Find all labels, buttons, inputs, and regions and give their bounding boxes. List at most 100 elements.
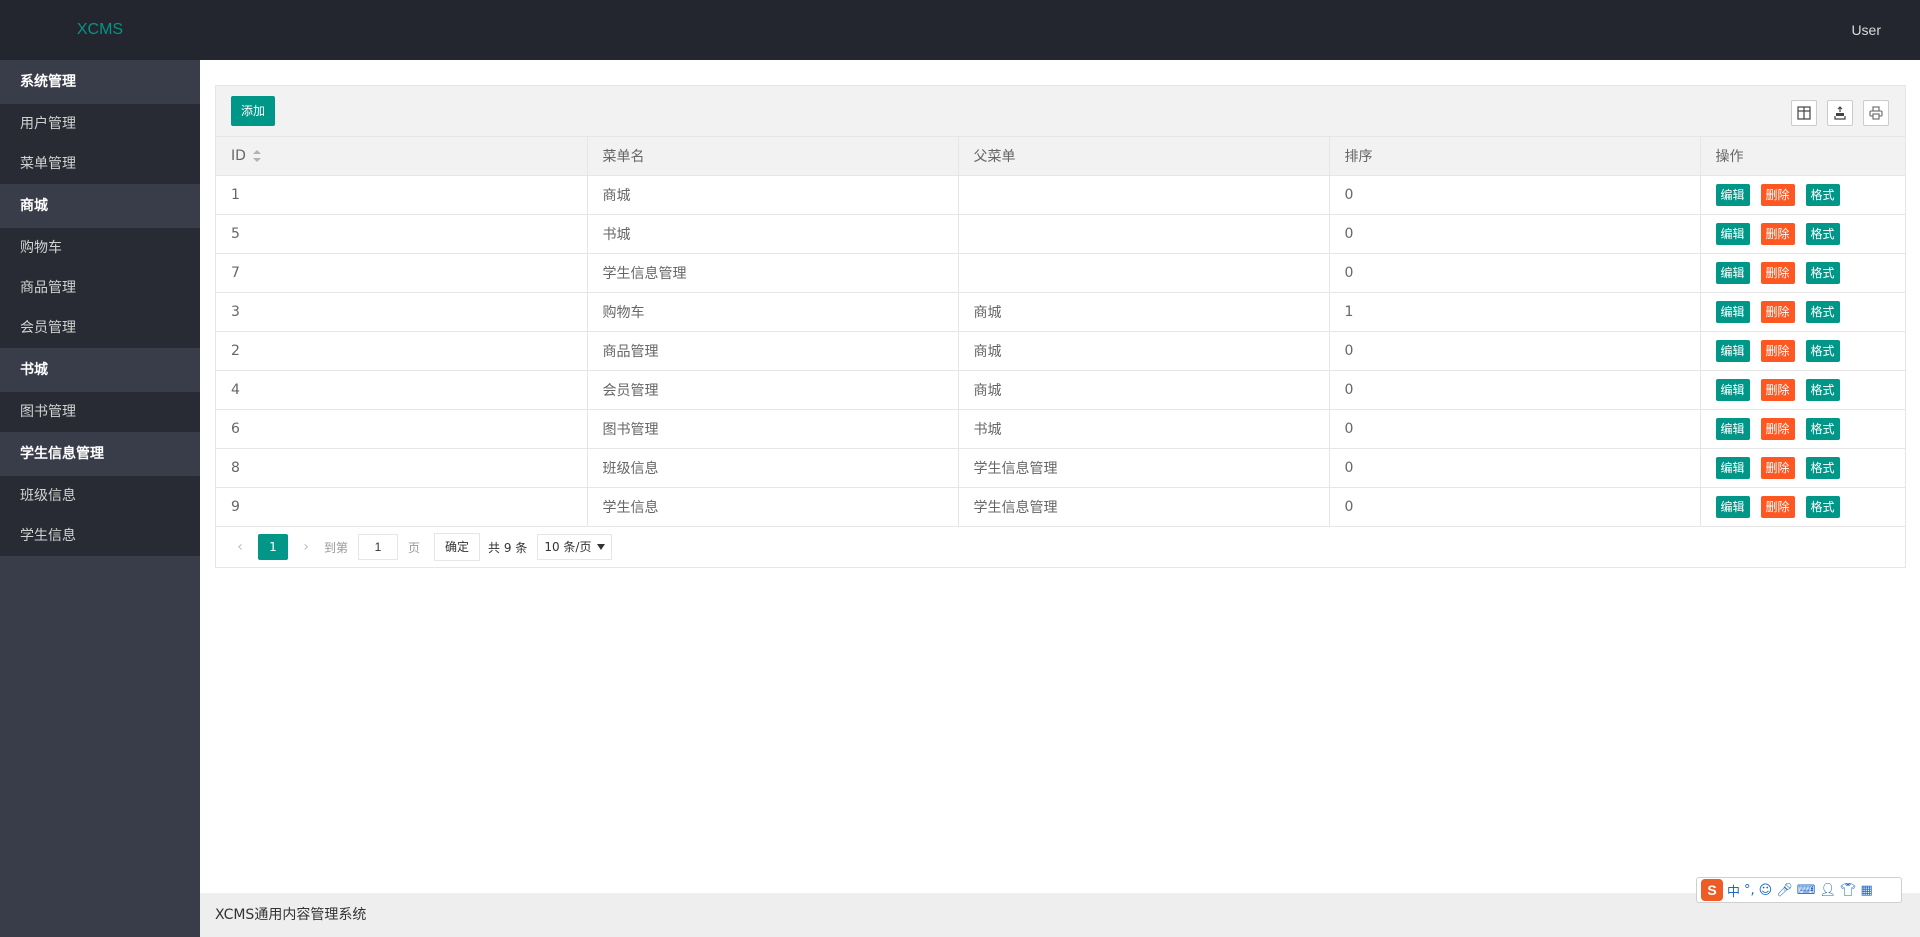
sidebar-group-mall-children: 购物车 商品管理 会员管理 (0, 228, 200, 348)
format-button[interactable]: 格式 (1805, 223, 1840, 245)
cell-actions: 编辑 删除 格式 (1700, 331, 1905, 371)
next-page-icon[interactable]: › (294, 539, 318, 555)
footer: XCMS通用内容管理系统 (200, 893, 1920, 937)
add-button[interactable]: 添加 (231, 96, 276, 126)
sidebar-item-user-management[interactable]: 用户管理 (0, 104, 200, 144)
delete-button[interactable]: 删除 (1760, 184, 1795, 206)
delete-button[interactable]: 删除 (1760, 457, 1795, 479)
sidebar-item-member-management[interactable]: 会员管理 (0, 308, 200, 348)
format-button[interactable]: 格式 (1805, 301, 1840, 323)
microphone-icon[interactable]: 🎤︎ (1776, 883, 1793, 898)
table-row: 8 班级信息 学生信息管理 0 编辑 删除 格式 (216, 448, 1905, 488)
cell-id: 6 (216, 409, 588, 449)
format-button[interactable]: 格式 (1805, 262, 1840, 284)
sidebar-item-cart[interactable]: 购物车 (0, 228, 200, 268)
delete-button[interactable]: 删除 (1760, 301, 1795, 323)
table-row: 9 学生信息 学生信息管理 0 编辑 删除 格式 (216, 487, 1905, 527)
sogou-logo-icon[interactable]: S (1701, 879, 1723, 901)
user-icon[interactable]: 👤︎ (1820, 883, 1837, 898)
app-logo[interactable]: XCMS (0, 0, 200, 60)
edit-button[interactable]: 编辑 (1715, 301, 1750, 323)
sidebar-item-menu-management[interactable]: 菜单管理 (0, 144, 200, 184)
prev-page-icon[interactable]: ‹ (228, 539, 252, 555)
punctuation-icon[interactable]: °, (1744, 883, 1755, 898)
cell-order: 0 (1329, 487, 1701, 527)
delete-button[interactable]: 删除 (1760, 379, 1795, 401)
format-button[interactable]: 格式 (1805, 496, 1840, 518)
table-toolbar: 添加 (216, 86, 1905, 137)
cell-order: 0 (1329, 409, 1701, 449)
edit-button[interactable]: 编辑 (1715, 340, 1750, 362)
cell-actions: 编辑 删除 格式 (1700, 253, 1905, 293)
top-header: XCMS User (0, 0, 1920, 60)
format-button[interactable]: 格式 (1805, 340, 1840, 362)
delete-button[interactable]: 删除 (1760, 418, 1795, 440)
current-page[interactable]: 1 (258, 534, 288, 560)
goto-label: 到第 (324, 540, 349, 555)
sidebar-group-system[interactable]: 系统管理 (0, 60, 200, 104)
sidebar-item-class-info[interactable]: 班级信息 (0, 476, 200, 516)
table-row: 4 会员管理 商城 0 编辑 删除 格式 (216, 370, 1905, 410)
menu-table: ID 菜单名 父菜单 排序 操作 1 商城 0 编辑 删除 格式 5 书城 0 编辑 删除 格式 7 学生… (216, 137, 1905, 527)
cell-id: 7 (216, 253, 588, 293)
sidebar-item-product-management[interactable]: 商品管理 (0, 268, 200, 308)
edit-button[interactable]: 编辑 (1715, 223, 1750, 245)
cell-parent-menu (958, 253, 1330, 293)
cell-menu-name: 图书管理 (587, 409, 959, 449)
export-icon[interactable] (1827, 100, 1853, 126)
toolbar-icons (1791, 100, 1889, 126)
table-row: 3 购物车 商城 1 编辑 删除 格式 (216, 292, 1905, 332)
format-button[interactable]: 格式 (1805, 418, 1840, 440)
cell-id: 9 (216, 487, 588, 527)
caret-down-icon (597, 544, 606, 550)
grid-menu-icon[interactable]: ▦ (1861, 883, 1873, 898)
user-menu[interactable]: User (1851, 0, 1881, 60)
sidebar-group-student[interactable]: 学生信息管理 (0, 432, 200, 476)
emoji-icon[interactable]: ☺ (1759, 883, 1773, 898)
cell-order: 0 (1329, 214, 1701, 254)
delete-button[interactable]: 删除 (1760, 262, 1795, 284)
print-icon[interactable] (1863, 100, 1889, 126)
sidebar-item-student-info[interactable]: 学生信息 (0, 516, 200, 556)
column-header-menu-name: 菜单名 (587, 137, 959, 176)
edit-button[interactable]: 编辑 (1715, 184, 1750, 206)
sidebar-group-mall[interactable]: 商城 (0, 184, 200, 228)
sidebar-group-student-children: 班级信息 学生信息 (0, 476, 200, 556)
cell-actions: 编辑 删除 格式 (1700, 214, 1905, 254)
edit-button[interactable]: 编辑 (1715, 379, 1750, 401)
cell-menu-name: 班级信息 (587, 448, 959, 488)
table-row: 6 图书管理 书城 0 编辑 删除 格式 (216, 409, 1905, 449)
main-content: 添加 ID 菜单名 父菜单 排序 操作 1 商城 0 编辑 删除 格式 5 书城… (200, 60, 1920, 893)
cell-parent-menu: 学生信息管理 (958, 448, 1330, 488)
cell-menu-name: 学生信息管理 (587, 253, 959, 293)
page-size-select[interactable]: 10 条/页 (537, 534, 613, 560)
ime-toolbar: S 中 °, ☺ 🎤︎ ⌨ 👤︎ 👕︎ ▦ (1696, 877, 1902, 903)
cell-menu-name: 商品管理 (587, 331, 959, 371)
format-button[interactable]: 格式 (1805, 184, 1840, 206)
keyboard-icon[interactable]: ⌨ (1797, 883, 1816, 898)
confirm-page-button[interactable]: 确定 (434, 533, 481, 561)
format-button[interactable]: 格式 (1805, 457, 1840, 479)
delete-button[interactable]: 删除 (1760, 223, 1795, 245)
edit-button[interactable]: 编辑 (1715, 496, 1750, 518)
cell-menu-name: 会员管理 (587, 370, 959, 410)
column-header-actions: 操作 (1700, 137, 1905, 176)
chinese-mode-icon[interactable]: 中 (1727, 881, 1740, 900)
delete-button[interactable]: 删除 (1760, 340, 1795, 362)
column-header-id[interactable]: ID (216, 137, 588, 176)
cell-parent-menu: 书城 (958, 409, 1330, 449)
cell-actions: 编辑 删除 格式 (1700, 448, 1905, 488)
edit-button[interactable]: 编辑 (1715, 457, 1750, 479)
sort-icon[interactable] (252, 149, 262, 163)
cell-id: 4 (216, 370, 588, 410)
edit-button[interactable]: 编辑 (1715, 262, 1750, 284)
sidebar-group-bookstore[interactable]: 书城 (0, 348, 200, 392)
format-button[interactable]: 格式 (1805, 379, 1840, 401)
delete-button[interactable]: 删除 (1760, 496, 1795, 518)
cell-actions: 编辑 删除 格式 (1700, 409, 1905, 449)
skin-icon[interactable]: 👕︎ (1840, 883, 1857, 898)
columns-icon[interactable] (1791, 100, 1817, 126)
sidebar-item-book-management[interactable]: 图书管理 (0, 392, 200, 432)
page-number-input[interactable] (358, 534, 399, 560)
edit-button[interactable]: 编辑 (1715, 418, 1750, 440)
